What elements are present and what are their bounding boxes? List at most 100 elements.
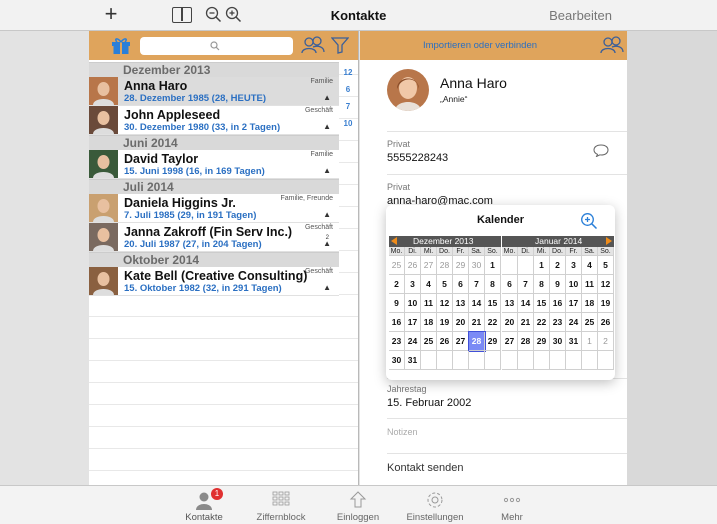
calendar-day[interactable]: 22 — [485, 313, 501, 332]
import-or-connect-link[interactable]: Importieren oder verbinden — [360, 40, 600, 51]
calendar-day[interactable]: 11 — [582, 275, 598, 294]
calendar-day[interactable]: 23 — [389, 332, 405, 351]
calendar-day[interactable]: 20 — [502, 313, 518, 332]
calendar-day[interactable]: 2 — [550, 256, 566, 275]
calendar-day[interactable]: 24 — [405, 332, 421, 351]
calendar-day[interactable]: 1 — [582, 332, 598, 351]
calendar-day[interactable]: 28 — [468, 331, 486, 352]
calendar-day[interactable]: 17 — [566, 294, 582, 313]
calendar-day[interactable]: 15 — [534, 294, 550, 313]
index-item[interactable]: 10 — [339, 115, 357, 132]
profile-photo[interactable] — [387, 69, 429, 111]
index-item[interactable]: 12 — [339, 64, 357, 81]
calendar-day[interactable]: 6 — [502, 275, 518, 294]
calendar-day[interactable]: 13 — [502, 294, 518, 313]
contact-row[interactable]: John Appleseed 30. Dezember 1980 (33, in … — [89, 106, 339, 135]
calendar-day[interactable]: 21 — [518, 313, 534, 332]
calendar-day[interactable] — [453, 351, 469, 370]
calendar-day[interactable]: 11 — [421, 294, 437, 313]
calendar-day[interactable] — [437, 351, 453, 370]
calendar-day[interactable]: 28 — [518, 332, 534, 351]
message-icon[interactable] — [593, 144, 609, 157]
calendar-day[interactable]: 3 — [405, 275, 421, 294]
calendar-day[interactable]: 28 — [437, 256, 453, 275]
calendar-day[interactable]: 29 — [534, 332, 550, 351]
calendar-day[interactable]: 16 — [389, 313, 405, 332]
calendar-day[interactable]: 12 — [598, 275, 614, 294]
calendar-day[interactable]: 3 — [566, 256, 582, 275]
index-item[interactable]: 6 — [339, 81, 357, 98]
calendar-day[interactable]: 24 — [566, 313, 582, 332]
calendar-day[interactable]: 29 — [453, 256, 469, 275]
calendar-day[interactable]: 19 — [598, 294, 614, 313]
calendar-day[interactable] — [518, 351, 534, 370]
calendar-day[interactable]: 9 — [550, 275, 566, 294]
calendar-day[interactable]: 22 — [534, 313, 550, 332]
calendar-day[interactable]: 2 — [389, 275, 405, 294]
calendar-day[interactable]: 23 — [550, 313, 566, 332]
contact-row[interactable]: David Taylor 15. Juni 1998 (16, in 169 Ta… — [89, 150, 339, 179]
calendar-day[interactable] — [469, 351, 485, 370]
calendar-day[interactable]: 5 — [437, 275, 453, 294]
calendar-day[interactable]: 4 — [582, 256, 598, 275]
groups-icon[interactable] — [599, 35, 625, 55]
next-month-icon[interactable] — [606, 237, 612, 245]
calendar-day[interactable] — [502, 256, 518, 275]
calendar-day[interactable] — [550, 351, 566, 370]
calendar-day[interactable]: 31 — [405, 351, 421, 370]
contact-row[interactable]: Daniela Higgins Jr. 7. Juli 1985 (29, in … — [89, 194, 339, 223]
contact-row[interactable]: Janna Zakroff (Fin Serv Inc.) 20. Juli 19… — [89, 223, 339, 252]
calendar-day[interactable]: 31 — [566, 332, 582, 351]
calendar-day[interactable]: 13 — [453, 294, 469, 313]
calendar-day[interactable]: 27 — [421, 256, 437, 275]
calendar-day[interactable]: 1 — [534, 256, 550, 275]
calendar-day[interactable] — [566, 351, 582, 370]
calendar-day[interactable]: 4 — [421, 275, 437, 294]
calendar-day[interactable]: 25 — [389, 256, 405, 275]
calendar-day[interactable]: 6 — [453, 275, 469, 294]
calendar-day[interactable] — [485, 351, 501, 370]
calendar-day[interactable] — [421, 351, 437, 370]
zoom-in-icon[interactable] — [580, 212, 598, 230]
edit-button[interactable]: Bearbeiten — [549, 8, 612, 23]
calendar-day[interactable]: 7 — [469, 275, 485, 294]
groups-icon[interactable] — [300, 35, 326, 55]
calendar-day[interactable]: 18 — [421, 313, 437, 332]
contact-row[interactable]: Kate Bell (Creative Consulting) 15. Oktob… — [89, 267, 339, 296]
index-item[interactable]: 7 — [339, 98, 357, 115]
calendar-day[interactable]: 26 — [437, 332, 453, 351]
calendar-day[interactable]: 25 — [421, 332, 437, 351]
notes-label[interactable]: Notizen — [387, 427, 418, 437]
contact-row[interactable]: Anna Haro 28. Dezember 1985 (28, HEUTE) Fa… — [89, 77, 339, 106]
calendar-day[interactable]: 2 — [598, 332, 614, 351]
calendar-day[interactable]: 27 — [502, 332, 518, 351]
calendar-day[interactable]: 5 — [598, 256, 614, 275]
calendar-day[interactable]: 26 — [598, 313, 614, 332]
search-input[interactable] — [140, 37, 293, 55]
calendar-day[interactable]: 16 — [550, 294, 566, 313]
calendar-day[interactable] — [518, 256, 534, 275]
calendar-day[interactable]: 21 — [469, 313, 485, 332]
calendar-day[interactable]: 30 — [469, 256, 485, 275]
calendar-day[interactable]: 20 — [453, 313, 469, 332]
calendar-day[interactable]: 26 — [405, 256, 421, 275]
filter-icon[interactable] — [331, 37, 349, 54]
calendar-day[interactable]: 27 — [453, 332, 469, 351]
calendar-day[interactable] — [598, 351, 614, 370]
calendar-day[interactable]: 1 — [485, 256, 501, 275]
gift-icon[interactable] — [111, 37, 131, 54]
calendar-day[interactable]: 30 — [389, 351, 405, 370]
calendar-day[interactable] — [502, 351, 518, 370]
calendar-day[interactable]: 8 — [534, 275, 550, 294]
index-strip[interactable]: 12 6 7 10 — [339, 64, 357, 132]
calendar-day[interactable]: 19 — [437, 313, 453, 332]
send-contact-button[interactable]: Kontakt senden — [387, 462, 463, 474]
calendar-day[interactable]: 25 — [582, 313, 598, 332]
calendar-day[interactable]: 8 — [485, 275, 501, 294]
calendar-day[interactable]: 18 — [582, 294, 598, 313]
calendar-day[interactable]: 10 — [405, 294, 421, 313]
calendar-day[interactable]: 15 — [485, 294, 501, 313]
calendar-day[interactable]: 12 — [437, 294, 453, 313]
phone-value[interactable]: 5555228243 — [387, 152, 448, 164]
previous-month-icon[interactable] — [391, 237, 397, 245]
